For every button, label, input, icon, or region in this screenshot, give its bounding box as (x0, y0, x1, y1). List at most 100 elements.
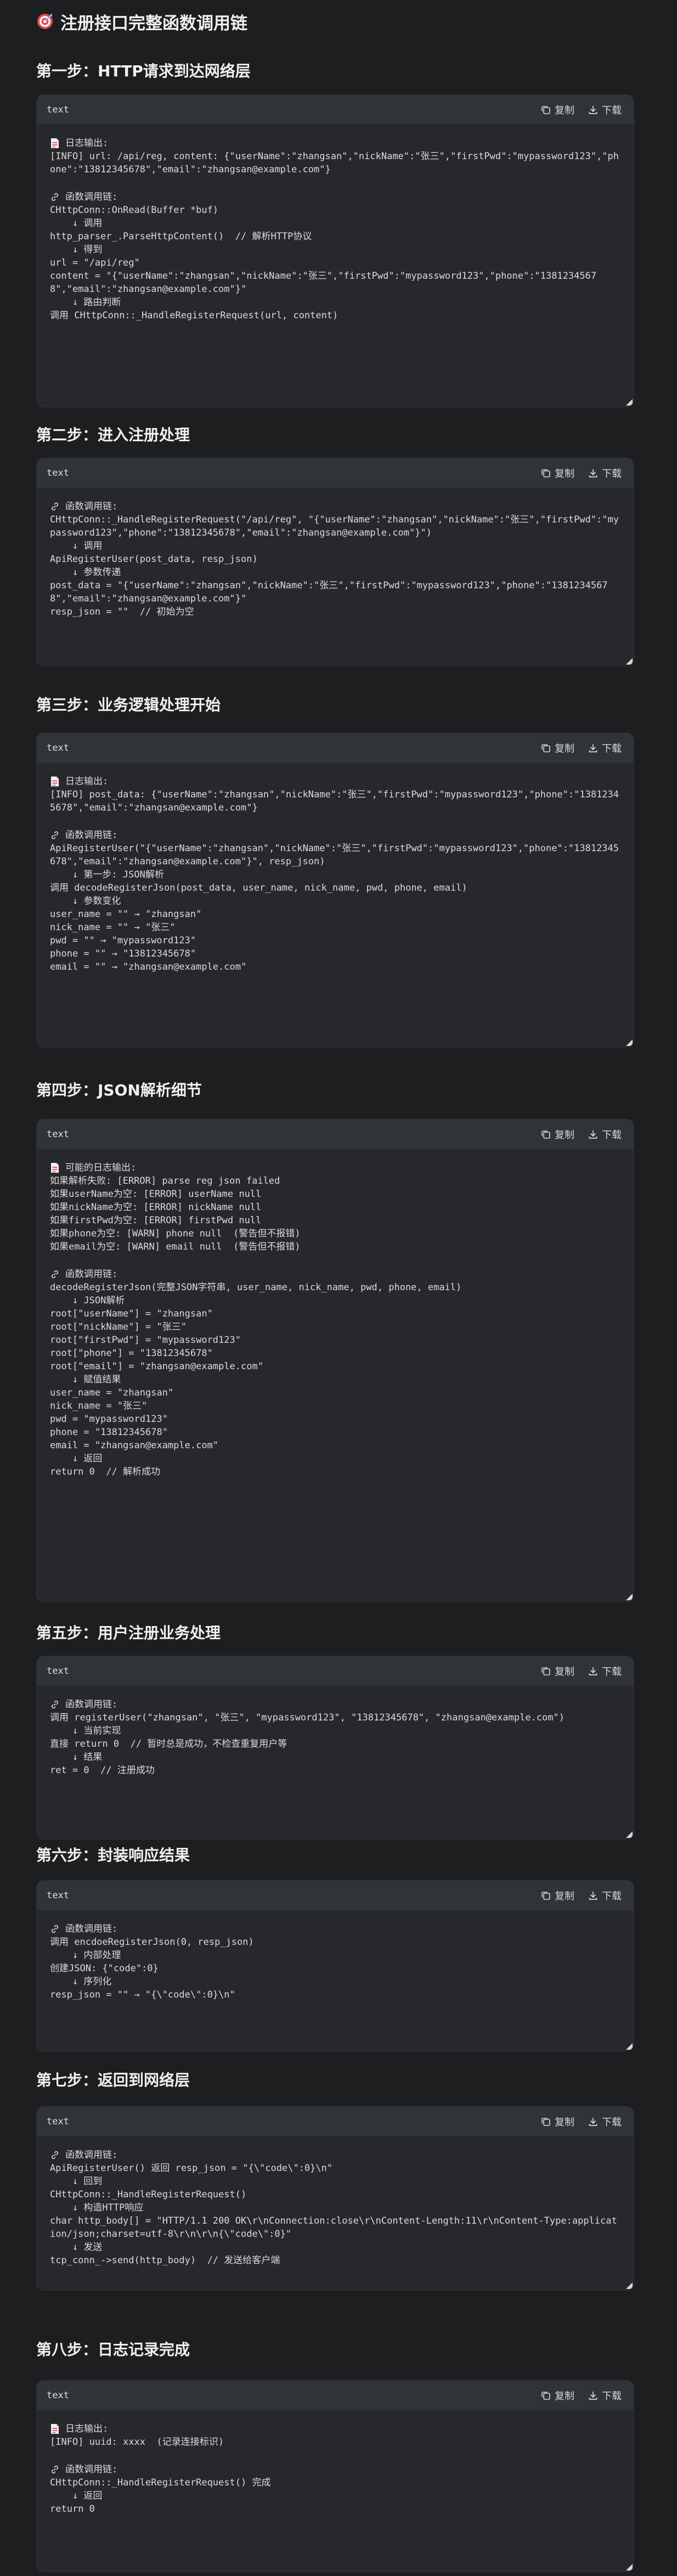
code-block: text 复制 下载 函数调用链: ApiRegisterUser() 返回 re… (36, 2106, 634, 2291)
code-line: url = "/api/reg" (50, 257, 140, 268)
code-line: email = "" → "zhangsan@example.com" (50, 961, 247, 972)
code-body: 函数调用链: 调用 encdoeRegisterJson(0, resp_json… (37, 1910, 634, 2001)
copy-button[interactable]: 复制 (540, 1127, 574, 1141)
download-icon (589, 469, 597, 477)
download-button[interactable]: 下载 (588, 1127, 622, 1141)
resize-handle-icon[interactable] (626, 399, 633, 406)
document-icon (51, 2424, 59, 2434)
code-line: 如果解析失败: [ERROR] parse reg json failed (50, 1175, 280, 1186)
code-language-label: text (47, 2390, 69, 2401)
code-line: 如果nickName为空: [ERROR] nickName null (50, 1202, 262, 1213)
download-button[interactable]: 下载 (588, 741, 622, 755)
copy-button[interactable]: 复制 (540, 103, 574, 117)
copy-icon (541, 1667, 550, 1675)
copy-label: 复制 (555, 2117, 574, 2128)
log-output-label: 日志输出: (50, 137, 620, 150)
code-line: user_name = "" → "zhangsan" (50, 909, 202, 920)
resize-handle-icon[interactable] (626, 658, 633, 665)
link-icon (51, 1925, 59, 1933)
code-line: pwd = "mypassword123" (50, 1414, 168, 1425)
copy-button[interactable]: 复制 (540, 741, 574, 755)
resize-handle-icon[interactable] (626, 2043, 633, 2050)
code-line: 创建JSON: {"code":0} (50, 1963, 159, 1974)
download-button[interactable]: 下载 (588, 2388, 622, 2403)
step-heading: 第六步：封装响应结果 (36, 1846, 190, 1864)
copy-button[interactable]: 复制 (540, 2114, 574, 2129)
resize-handle-icon[interactable] (626, 1039, 633, 1046)
copy-icon (541, 106, 550, 114)
link-icon (51, 831, 59, 840)
download-icon (589, 1667, 597, 1675)
code-language-label: text (47, 104, 69, 115)
resize-handle-icon[interactable] (626, 1831, 633, 1838)
code-line: char http_body[] = "HTTP/1.1 200 OK\r\nC… (50, 2215, 617, 2240)
step-heading: 第八步：日志记录完成 (36, 2341, 190, 2359)
code-line: 调用 CHttpConn::_HandleRegisterRequest(url… (50, 310, 338, 321)
download-icon (589, 1892, 597, 1900)
label-text: 函数调用链: (65, 1923, 118, 1934)
copy-button[interactable]: 复制 (540, 466, 574, 480)
download-label: 下载 (602, 2117, 622, 2128)
code-header: text 复制 下载 (37, 95, 634, 125)
download-icon (589, 2392, 597, 2400)
code-block: text 复制 下载 函数调用链: 调用 encdoeRegisterJson(0… (36, 1880, 634, 2051)
download-button[interactable]: 下载 (588, 103, 622, 117)
code-line: root["email"] = "zhangsan@example.com" (50, 1361, 263, 1372)
copy-button[interactable]: 复制 (540, 2388, 574, 2403)
code-line: resp_json = "" → "{\"code\":0}\n" (50, 1989, 235, 2000)
step-heading: 第七步：返回到网络层 (36, 2071, 190, 2089)
download-icon (589, 1130, 597, 1139)
label-text: 函数调用链: (65, 2150, 118, 2161)
copy-button[interactable]: 复制 (540, 1664, 574, 1678)
copy-button[interactable]: 复制 (540, 1888, 574, 1903)
code-actions: 复制 下载 (540, 1127, 622, 1141)
code-line: 调用 decodeRegisterJson(post_data, user_na… (50, 882, 467, 893)
code-body: 可能的日志输出: 如果解析失败: [ERROR] parse reg json f… (37, 1149, 634, 1478)
call-chain-label: 函数调用链: (50, 1922, 620, 1936)
document-icon (51, 138, 59, 148)
step-heading: 第一步：HTTP请求到达网络层 (36, 62, 251, 80)
copy-icon (541, 469, 550, 477)
download-button[interactable]: 下载 (588, 2114, 622, 2129)
code-line: resp_json = "" // 初始为空 (50, 606, 194, 617)
resize-handle-icon[interactable] (626, 2282, 633, 2289)
code-header: text 复制 下载 (37, 1120, 634, 1149)
code-header: text 复制 下载 (37, 2381, 634, 2410)
code-actions: 复制 下载 (540, 2114, 622, 2129)
document-icon (51, 1163, 59, 1173)
copy-label: 复制 (555, 743, 574, 755)
call-chain-label: 函数调用链: (50, 1268, 620, 1281)
code-line: ↓ 第一步: JSON解析 (50, 869, 164, 880)
label-text: 函数调用链: (65, 1699, 118, 1710)
code-line: [INFO] url: /api/reg, content: {"userNam… (50, 151, 619, 175)
label-text: 可能的日志输出: (65, 1162, 137, 1173)
code-language-label: text (47, 1666, 69, 1677)
code-line: 如果phone为空: [WARN] phone null (警告但不报错) (50, 1228, 301, 1239)
code-language-label: text (47, 1890, 69, 1901)
code-line: CHttpConn::_HandleRegisterRequest() 完成 (50, 2477, 271, 2488)
code-actions: 复制 下载 (540, 1664, 622, 1678)
download-button[interactable]: 下载 (588, 1664, 622, 1678)
copy-icon (541, 2392, 550, 2400)
code-line: ↓ 赋值结果 (50, 1374, 121, 1385)
label-text: 函数调用链: (65, 192, 118, 203)
resize-handle-icon[interactable] (626, 1594, 633, 1600)
code-line: 如果email为空: [WARN] email null (警告但不报错) (50, 1241, 301, 1252)
code-line: pwd = "" → "mypassword123" (50, 935, 196, 946)
resize-handle-icon[interactable] (626, 2564, 633, 2571)
code-line: 调用 registerUser("zhangsan", "张三", "mypas… (50, 1712, 565, 1723)
code-line: 直接 return 0 // 暂时总是成功，不检查重复用户等 (50, 1739, 287, 1750)
code-line: post_data = "{"userName":"zhangsan","nic… (50, 580, 608, 604)
call-chain-label: 函数调用链: (50, 1698, 620, 1711)
code-line: CHttpConn::OnRead(Buffer *buf) (50, 205, 219, 216)
code-header: text 复制 下载 (37, 1656, 634, 1686)
code-line: ret = 0 // 注册成功 (50, 1765, 155, 1776)
code-line: ApiRegisterUser(post_data, resp_json) (50, 554, 258, 565)
label-text: 函数调用链: (65, 2464, 118, 2475)
step-heading: 第五步：用户注册业务处理 (36, 1624, 221, 1642)
copy-label: 复制 (555, 105, 574, 116)
download-button[interactable]: 下载 (588, 466, 622, 480)
download-button[interactable]: 下载 (588, 1888, 622, 1903)
